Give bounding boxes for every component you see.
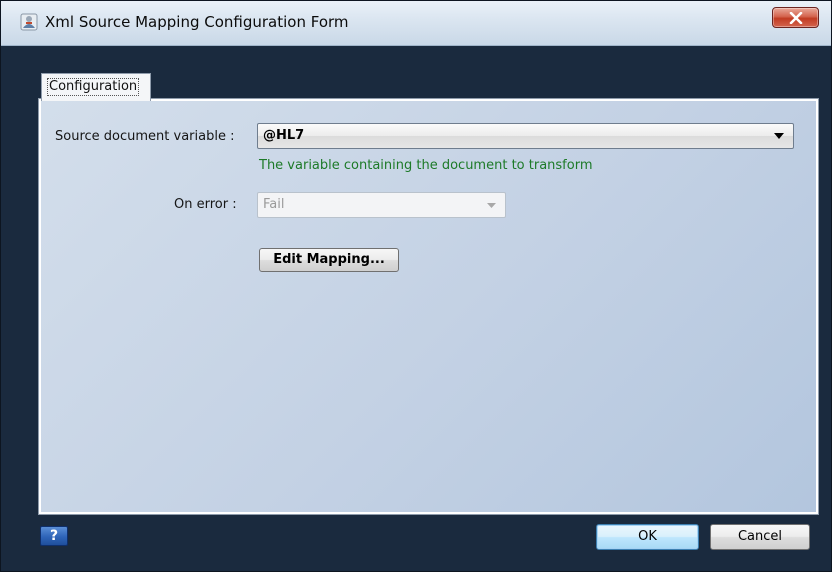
chevron-down-icon	[774, 133, 784, 139]
source-variable-label: Source document variable :	[55, 129, 235, 144]
on-error-label: On error :	[174, 197, 237, 212]
window-title: Xml Source Mapping Configuration Form	[45, 13, 349, 31]
app-form-icon	[20, 13, 38, 31]
source-variable-dropdown[interactable]: @HL7	[257, 123, 794, 149]
tab-configuration-label: Configuration	[47, 78, 140, 96]
chevron-down-icon	[487, 203, 496, 208]
ok-button[interactable]: OK	[596, 524, 699, 550]
dialog-window: Xml Source Mapping Configuration Form Co…	[0, 0, 832, 572]
close-button[interactable]	[772, 7, 819, 28]
configuration-panel: Source document variable : @HL7 The vari…	[38, 98, 819, 515]
help-icon: ?	[49, 528, 59, 544]
on-error-value: Fail	[263, 197, 285, 212]
title-bar[interactable]: Xml Source Mapping Configuration Form	[1, 1, 831, 46]
tab-configuration[interactable]: Configuration	[41, 73, 151, 101]
close-icon	[789, 12, 803, 24]
help-button[interactable]: ?	[40, 526, 68, 546]
source-variable-value: @HL7	[263, 128, 305, 143]
source-variable-hint: The variable containing the document to …	[259, 158, 593, 173]
on-error-dropdown[interactable]: Fail	[257, 192, 506, 218]
cancel-button[interactable]: Cancel	[710, 524, 810, 550]
edit-mapping-button[interactable]: Edit Mapping...	[259, 248, 399, 272]
